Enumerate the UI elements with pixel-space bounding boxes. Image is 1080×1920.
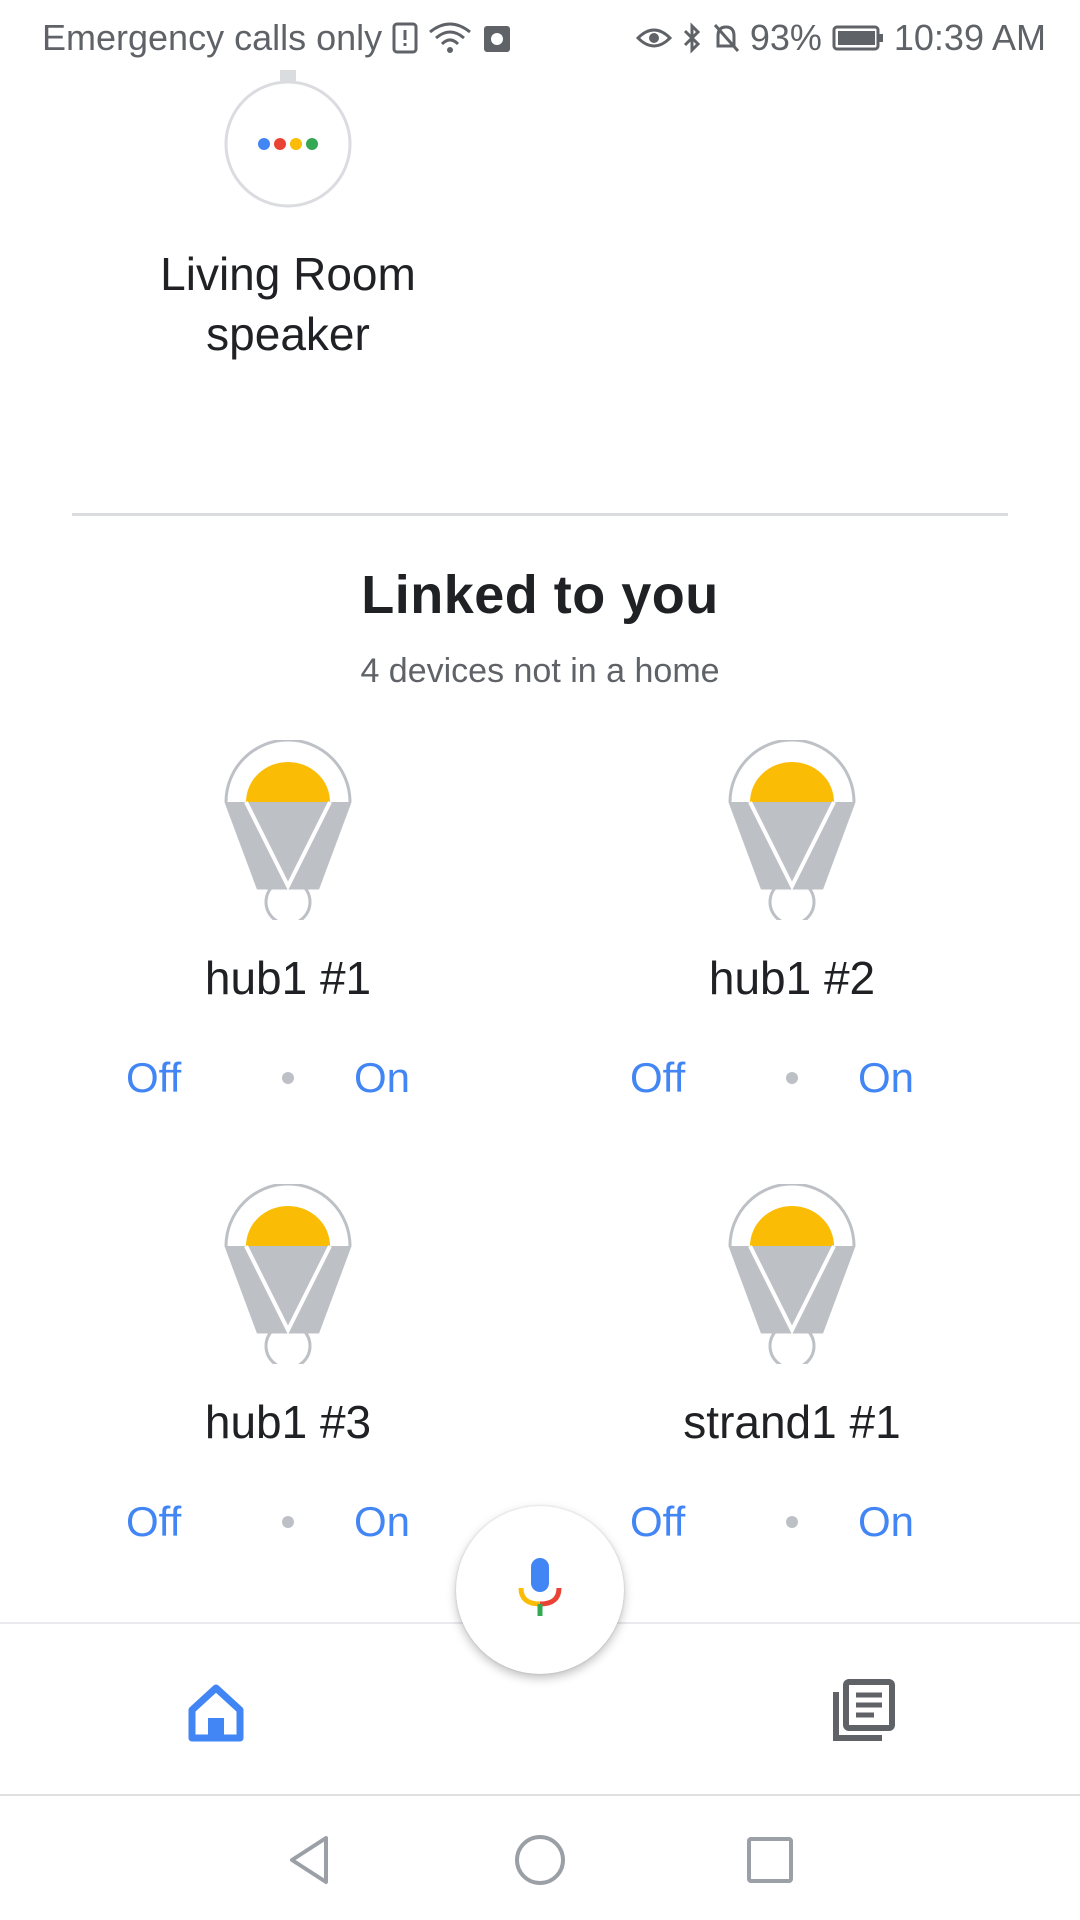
section-title: Linked to you — [361, 565, 719, 625]
battery-percent: 93% — [749, 17, 822, 58]
lightbulb-icon — [726, 738, 858, 926]
eye-icon — [635, 24, 672, 52]
on-button[interactable]: On — [354, 1492, 410, 1552]
feed-icon[interactable] — [832, 1678, 896, 1742]
device-card[interactable]: hub1 #2 Off On — [540, 738, 1044, 1108]
lightbulb-icon — [222, 1182, 354, 1370]
lightbulb-icon — [222, 738, 354, 926]
system-nav-bar — [0, 1794, 1080, 1920]
on-button[interactable]: On — [858, 1492, 914, 1552]
status-bar: Emergency calls only 93% 10:39 AM — [0, 0, 1080, 76]
off-button[interactable]: Off — [630, 1048, 685, 1108]
device-name: strand1 #1 — [683, 1396, 901, 1448]
recents-icon[interactable] — [740, 1830, 800, 1890]
back-icon[interactable] — [280, 1830, 340, 1890]
bluetooth-icon — [682, 22, 702, 54]
off-button[interactable]: Off — [126, 1048, 181, 1108]
device-card[interactable]: strand1 #1 Off On — [540, 1182, 1044, 1552]
device-controls: Off On — [540, 1492, 1044, 1552]
device-controls: Off On — [540, 1048, 1044, 1108]
speaker-icon — [222, 70, 354, 210]
wifi-icon — [428, 22, 472, 54]
device-controls: Off On — [36, 1048, 540, 1108]
separator-dot — [282, 1516, 294, 1528]
device-name: hub1 #3 — [204, 1396, 372, 1448]
separator-dot — [786, 1516, 798, 1528]
speaker-label: Living Room speaker — [160, 248, 416, 360]
device-card[interactable]: hub1 #3 Off On — [36, 1182, 540, 1552]
clock: 10:39 AM — [893, 17, 1046, 58]
section-subtitle: 4 devices not in a home — [360, 652, 720, 690]
on-button[interactable]: On — [354, 1048, 410, 1108]
app-notification-icon — [482, 22, 512, 54]
bell-off-icon — [712, 22, 740, 54]
off-button[interactable]: Off — [126, 1492, 181, 1552]
section-divider — [72, 513, 1008, 516]
separator-dot — [786, 1072, 798, 1084]
on-button[interactable]: On — [858, 1048, 914, 1108]
battery-icon — [832, 24, 884, 52]
device-card[interactable]: hub1 #1 Off On — [36, 738, 540, 1108]
off-button[interactable]: Off — [630, 1492, 685, 1552]
mic-button[interactable] — [456, 1506, 624, 1674]
home-circle-icon[interactable] — [510, 1830, 570, 1890]
carrier-text: Emergency calls only — [42, 17, 383, 58]
mic-icon — [516, 1556, 564, 1625]
lightbulb-icon — [726, 1182, 858, 1370]
device-name: hub1 #1 — [204, 952, 372, 1004]
home-icon[interactable] — [184, 1680, 248, 1744]
device-controls: Off On — [36, 1492, 540, 1552]
device-name: hub1 #2 — [708, 952, 876, 1004]
separator-dot — [282, 1072, 294, 1084]
speaker-device[interactable]: Living Room speaker — [120, 70, 456, 364]
sim-alert-icon — [392, 22, 418, 54]
